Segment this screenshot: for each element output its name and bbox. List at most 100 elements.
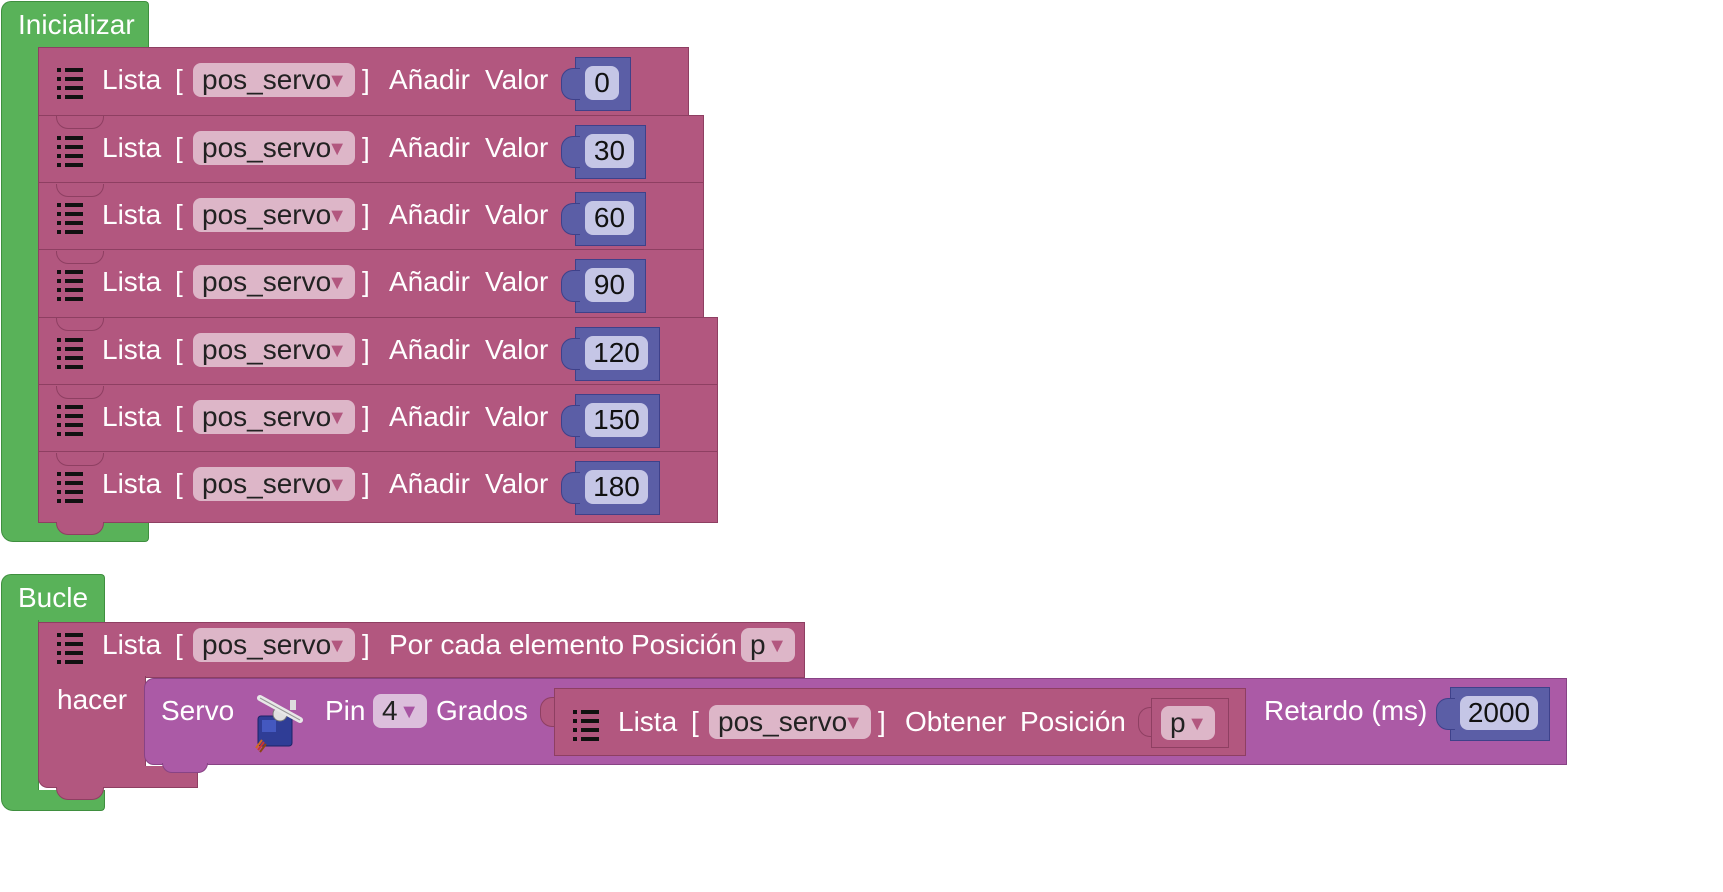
list-add-number-block[interactable]: 0 xyxy=(561,57,631,111)
list-add-list-var: pos_servo xyxy=(202,266,332,297)
list-add-close-bracket: ] xyxy=(362,64,370,95)
list-add-list-dropdown[interactable]: pos_servo ▼ xyxy=(193,400,355,434)
list-add-number-field[interactable]: 180 xyxy=(585,470,648,504)
list-add-number-field[interactable]: 150 xyxy=(585,403,648,437)
list-add-number-block[interactable]: 150 xyxy=(561,394,660,448)
list-add-list-var: pos_servo xyxy=(202,132,332,163)
dropdown-arrow-icon: ▼ xyxy=(1187,713,1207,735)
dropdown-arrow-icon: ▼ xyxy=(399,701,419,723)
dropdown-arrow-icon: ▼ xyxy=(327,635,347,657)
number-block-plug xyxy=(561,68,580,100)
list-icon xyxy=(57,269,83,301)
list-add-list-label: Lista xyxy=(102,266,162,297)
dropdown-arrow-icon: ▼ xyxy=(327,340,347,362)
servo-pin-dropdown[interactable]: 4 ▼ xyxy=(373,694,427,728)
list-add-open-bracket: [ xyxy=(175,266,183,297)
list-add-list-dropdown[interactable]: pos_servo ▼ xyxy=(193,265,355,299)
get-close-bracket: ] xyxy=(878,706,886,737)
list-add-bottom-notch xyxy=(56,251,104,264)
list-add-number-field[interactable]: 120 xyxy=(585,336,648,370)
dropdown-arrow-icon: ▼ xyxy=(327,70,347,92)
dropdown-arrow-icon: ▼ xyxy=(327,407,347,429)
list-add-number-field[interactable]: 60 xyxy=(585,201,634,235)
list-add-bottom-notch xyxy=(56,116,104,129)
list-add-action-label: Añadir xyxy=(389,401,470,432)
list-add-close-bracket: ] xyxy=(362,401,370,432)
list-add-close-bracket: ] xyxy=(362,132,370,163)
list-add-open-bracket: [ xyxy=(175,64,183,95)
list-add-number-field[interactable]: 90 xyxy=(585,268,634,302)
list-add-number-field[interactable]: 0 xyxy=(585,66,619,100)
list-add-list-var: pos_servo xyxy=(202,199,332,230)
list-add-number-block[interactable]: 120 xyxy=(561,327,660,381)
list-add-open-bracket: [ xyxy=(175,132,183,163)
list-add-value-label: Valor xyxy=(485,199,549,230)
list-add-close-bracket: ] xyxy=(362,199,370,230)
servo-label: Servo xyxy=(161,695,235,726)
list-add-number-field[interactable]: 30 xyxy=(585,134,634,168)
number-block-plug xyxy=(561,270,580,302)
list-add-list-label: Lista xyxy=(102,64,162,95)
dropdown-arrow-icon: ▼ xyxy=(327,474,347,496)
get-list-label: Lista xyxy=(618,706,678,737)
list-add-close-bracket: ] xyxy=(362,334,370,365)
list-add-bottom-notch xyxy=(56,522,104,535)
list-add-open-bracket: [ xyxy=(175,199,183,230)
list-add-list-var: pos_servo xyxy=(202,334,332,365)
list-add-bottom-notch xyxy=(56,184,104,197)
foreach-list-dropdown[interactable]: pos_servo ▼ xyxy=(193,628,355,662)
get-position-label: Posición xyxy=(1020,706,1126,737)
list-add-list-dropdown[interactable]: pos_servo ▼ xyxy=(193,467,355,501)
list-add-value-label: Valor xyxy=(485,132,549,163)
foreach-action-label: Por cada elemento xyxy=(389,629,625,660)
list-add-open-bracket: [ xyxy=(175,468,183,499)
list-add-action-label: Añadir xyxy=(389,334,470,365)
number-block-plug xyxy=(561,338,580,370)
list-icon xyxy=(573,709,599,741)
list-add-list-dropdown[interactable]: pos_servo ▼ xyxy=(193,131,355,165)
number-block-plug xyxy=(561,203,580,235)
list-add-number-block[interactable]: 60 xyxy=(561,192,646,246)
servo-degrees-label: Grados xyxy=(436,695,528,726)
get-action-label: Obtener xyxy=(905,706,1007,737)
number-block-plug xyxy=(561,472,580,504)
list-icon xyxy=(57,471,83,503)
list-add-open-bracket: [ xyxy=(175,334,183,365)
foreach-position-label: Posición xyxy=(631,629,737,660)
delay-number-field[interactable]: 2000 xyxy=(1460,696,1538,730)
list-add-close-bracket: ] xyxy=(362,468,370,499)
number-block-plug xyxy=(561,136,580,168)
dropdown-arrow-icon: ▼ xyxy=(767,635,787,657)
list-add-value-label: Valor xyxy=(485,64,549,95)
loop-block-title: Bucle xyxy=(18,582,89,613)
list-add-value-label: Valor xyxy=(485,266,549,297)
get-open-bracket: [ xyxy=(691,706,699,737)
list-add-value-label: Valor xyxy=(485,334,549,365)
foreach-position-dropdown[interactable]: p ▼ xyxy=(741,628,795,662)
get-list-dropdown[interactable]: pos_servo ▼ xyxy=(709,705,871,739)
list-icon xyxy=(57,135,83,167)
list-add-number-block[interactable]: 180 xyxy=(561,461,660,515)
list-add-list-dropdown[interactable]: pos_servo ▼ xyxy=(193,333,355,367)
list-add-action-label: Añadir xyxy=(389,132,470,163)
list-add-number-block[interactable]: 30 xyxy=(561,125,646,179)
list-add-list-dropdown[interactable]: pos_servo ▼ xyxy=(193,198,355,232)
list-add-close-bracket: ] xyxy=(362,266,370,297)
loop-block-spine xyxy=(1,620,39,794)
list-add-list-label: Lista xyxy=(102,132,162,163)
list-add-action-label: Añadir xyxy=(389,199,470,230)
list-icon xyxy=(57,404,83,436)
delay-number-block[interactable]: 2000 xyxy=(1436,687,1550,741)
foreach-open-bracket: [ xyxy=(175,629,183,660)
list-add-list-var: pos_servo xyxy=(202,468,332,499)
list-add-number-block[interactable]: 90 xyxy=(561,259,646,313)
list-add-action-label: Añadir xyxy=(389,266,470,297)
get-position-dropdown[interactable]: p ▼ xyxy=(1161,706,1215,740)
list-add-list-label: Lista xyxy=(102,334,162,365)
list-add-list-dropdown[interactable]: pos_servo ▼ xyxy=(193,63,355,97)
list-add-bottom-notch xyxy=(56,453,104,466)
list-icon xyxy=(57,337,83,369)
list-add-bottom-notch xyxy=(56,386,104,399)
dropdown-arrow-icon: ▼ xyxy=(843,712,863,734)
servo-bottom-notch xyxy=(162,763,208,773)
